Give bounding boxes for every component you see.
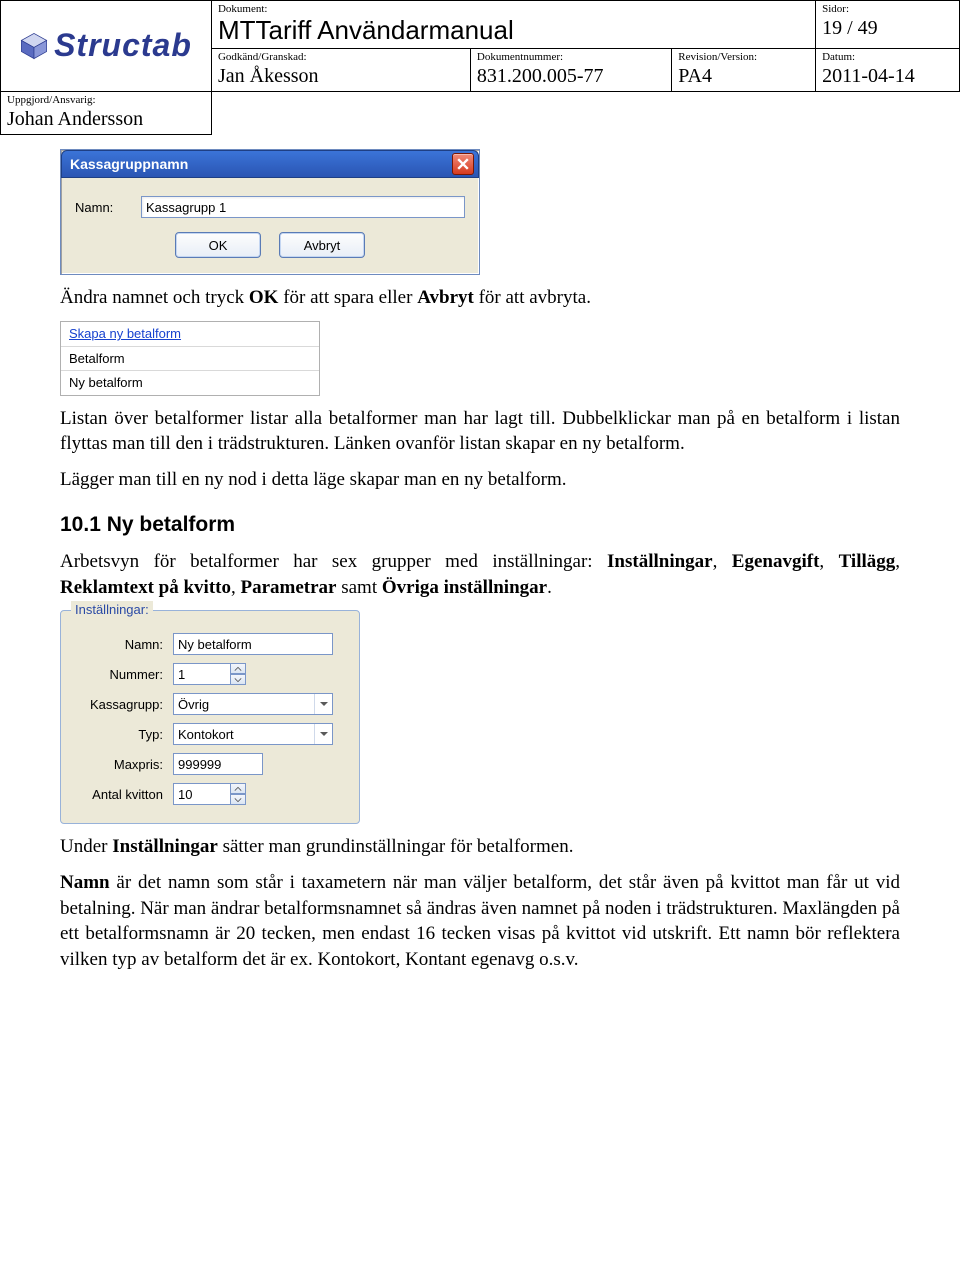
rev-label: Revision/Version:	[678, 51, 809, 63]
uppgjord-value: Johan Andersson	[7, 106, 205, 132]
cancel-button[interactable]: Avbryt	[279, 232, 365, 258]
chevron-down-icon	[319, 729, 329, 739]
para-under-installningar: Under Inställningar sätter man grundinst…	[60, 834, 900, 860]
logo-cell: Structab	[1, 1, 212, 92]
maxpris-label: Maxpris:	[73, 756, 173, 774]
betalform-list: Skapa ny betalform Betalform Ny betalfor…	[60, 321, 320, 396]
dokument-title: MTTariff Användarmanual	[218, 15, 809, 46]
chevron-down-icon	[234, 797, 242, 803]
kassagrupp-select[interactable]: Övrig	[173, 693, 333, 715]
doknr-label: Dokumentnummer:	[477, 51, 665, 63]
close-button[interactable]	[452, 153, 474, 175]
installningar-fieldset: Inställningar: Namn: Nummer:	[60, 610, 360, 824]
chevron-up-icon	[234, 786, 242, 792]
para-andra-namnet: Ändra namnet och tryck OK för att spara …	[60, 285, 900, 311]
cube-icon	[20, 32, 48, 60]
chevron-down-icon	[319, 699, 329, 709]
datum-label: Datum:	[822, 51, 953, 63]
maxpris-input[interactable]	[173, 753, 263, 775]
antal-spin-up[interactable]	[230, 783, 246, 794]
nummer-input[interactable]	[173, 663, 231, 685]
sidor-value: 19 / 49	[822, 15, 953, 41]
para-listan: Listan över betalformer listar alla beta…	[60, 406, 900, 457]
kassagrupp-label: Kassagrupp:	[73, 696, 173, 714]
para-namn-desc: Namn är det namn som står i taxametern n…	[60, 870, 900, 973]
uppgjord-label: Uppgjord/Ansvarig:	[7, 94, 205, 106]
chevron-up-icon	[234, 666, 242, 672]
fieldset-legend: Inställningar:	[71, 601, 153, 619]
antal-spin-down[interactable]	[230, 794, 246, 805]
ok-button[interactable]: OK	[175, 232, 261, 258]
chevron-down-icon	[234, 677, 242, 683]
datum-value: 2011-04-14	[822, 63, 953, 89]
dialog-title: Kassagruppnamn	[70, 155, 188, 174]
list-item[interactable]: Betalform	[61, 347, 319, 372]
namn-label: Namn:	[73, 636, 173, 654]
namn-input[interactable]	[173, 633, 333, 655]
para-arbetsvyn: Arbetsvyn för betalformer har sex gruppe…	[60, 549, 900, 600]
heading-10-1: 10.1 Ny betalform	[60, 511, 900, 539]
nummer-label: Nummer:	[73, 666, 173, 684]
skapa-ny-betalform-link[interactable]: Skapa ny betalform	[61, 322, 319, 347]
document-header: Structab Dokument: MTTariff Användarmanu…	[0, 0, 960, 135]
nummer-spin-up[interactable]	[230, 663, 246, 674]
godkand-label: Godkänd/Granskad:	[218, 51, 464, 63]
dialog-titlebar[interactable]: Kassagruppnamn	[61, 150, 479, 178]
nummer-spin-down[interactable]	[230, 674, 246, 685]
typ-label: Typ:	[73, 726, 173, 744]
rev-value: PA4	[678, 63, 809, 89]
antal-kvitton-input[interactable]	[173, 783, 231, 805]
typ-value: Kontokort	[178, 726, 234, 744]
doknr-value: 831.200.005-77	[477, 63, 665, 89]
dokument-label: Dokument:	[218, 3, 809, 15]
logo: Structab	[20, 27, 192, 64]
name-label: Namn:	[75, 199, 129, 217]
close-icon	[457, 158, 469, 170]
godkand-value: Jan Åkesson	[218, 63, 464, 89]
typ-select[interactable]: Kontokort	[173, 723, 333, 745]
kassagrupp-value: Övrig	[178, 696, 209, 714]
name-input[interactable]	[141, 196, 465, 218]
para-lagger: Lägger man till en ny nod i detta läge s…	[60, 467, 900, 493]
list-item[interactable]: Ny betalform	[61, 371, 319, 395]
antal-kvitton-label: Antal kvitton	[73, 786, 173, 804]
kassagruppnamn-dialog: Kassagruppnamn Namn: OK Avbryt	[60, 149, 480, 275]
sidor-label: Sidor:	[822, 3, 953, 15]
logo-text: Structab	[54, 27, 192, 64]
